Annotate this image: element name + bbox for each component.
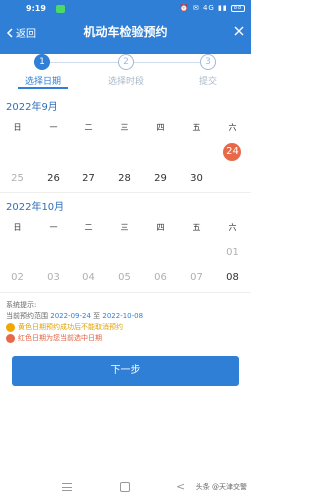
weekday-label: 四 — [156, 223, 165, 232]
weekday-label: 五 — [192, 123, 201, 132]
step-connector — [134, 62, 200, 63]
calendar-day[interactable]: 28 — [107, 173, 142, 184]
menu-icon[interactable] — [62, 483, 72, 491]
step-2-circle: 2 — [118, 54, 134, 70]
status-time: 9:19 — [26, 4, 46, 13]
battery-icon: 88 — [231, 4, 245, 12]
calendar-day: 01 — [226, 247, 239, 258]
step-3-label[interactable]: 提交 — [178, 74, 238, 87]
weekday-label: 五 — [192, 223, 201, 232]
legend-red: 红色日期为您当前选中日期 — [6, 333, 143, 344]
calendar-day[interactable]: 24 — [215, 146, 250, 157]
weekday-label: 日 — [13, 123, 22, 132]
step-2-label[interactable]: 选择时段 — [96, 74, 156, 87]
weekday-label: 六 — [228, 223, 237, 232]
range-start: 2022-09-24 — [50, 312, 91, 320]
hints-title: 系统提示: — [6, 301, 37, 309]
weekday-label: 六 — [228, 123, 237, 132]
calendar-day: 06 — [154, 272, 167, 283]
month-title: 2022年9月 — [6, 102, 58, 113]
active-step-underline — [18, 87, 68, 89]
watermark: 头条 @天津交警 — [195, 483, 247, 491]
calendar-day: 25 — [11, 173, 24, 184]
home-icon[interactable] — [120, 482, 130, 492]
weekday-label: 三 — [120, 223, 129, 232]
step-3-circle: 3 — [200, 54, 216, 70]
page-title: 机动车检验预约 — [83, 25, 168, 39]
weekday-label: 一 — [49, 223, 58, 232]
range-mid: 至 — [93, 312, 101, 320]
calendar-day: 05 — [118, 272, 131, 283]
back-nav-icon[interactable]: < — [176, 480, 185, 493]
step-indicator: 1 2 3 选择日期 选择时段 提交 — [0, 54, 251, 94]
range-end: 2022-10-08 — [102, 312, 144, 320]
weekday-header: 日 一 二 三 四 五 六 — [0, 122, 251, 136]
yellow-dot-icon — [6, 323, 15, 332]
calendar-day: 03 — [47, 272, 60, 283]
red-dot-icon — [6, 334, 15, 343]
step-1-circle: 1 — [34, 54, 50, 70]
weekday-label: 二 — [84, 223, 93, 232]
calendar-day[interactable]: 29 — [143, 173, 178, 184]
divider — [0, 292, 251, 293]
step-connector — [50, 62, 118, 63]
calendar-day: 04 — [82, 272, 95, 283]
legend-yellow-text: 黄色日期预约成功后不能取消预约 — [18, 323, 123, 331]
weekday-label: 三 — [120, 123, 129, 132]
wechat-icon — [56, 5, 65, 13]
legend-yellow: 黄色日期预约成功后不能取消预约 — [6, 322, 143, 333]
weekday-label: 一 — [49, 123, 58, 132]
booking-range: 当前预约范围 2022-09-24 至 2022-10-08 — [6, 311, 143, 322]
legend-red-text: 红色日期为您当前选中日期 — [18, 334, 102, 342]
range-prefix: 当前预约范围 — [6, 312, 48, 320]
divider — [0, 192, 251, 193]
system-nav-bar: < 头条 @天津交警 — [0, 474, 251, 500]
status-right-icons: ⏰ ✉ 4G ▮▮ — [179, 4, 228, 12]
next-step-button[interactable]: 下一步 — [12, 356, 239, 386]
calendar-day[interactable]: 26 — [36, 173, 71, 184]
title-bar: 返回 机动车检验预约 — [0, 20, 251, 48]
weekday-label: 二 — [84, 123, 93, 132]
weekday-header: 日 一 二 三 四 五 六 — [0, 222, 251, 236]
calendar-day: 02 — [11, 272, 24, 283]
app-header: 9:19 ⏰ ✉ 4G ▮▮ 88 返回 机动车检验预约 — [0, 0, 251, 54]
status-icons: ⏰ ✉ 4G ▮▮ 88 — [180, 4, 245, 12]
weekday-label: 四 — [156, 123, 165, 132]
step-1-label[interactable]: 选择日期 — [13, 74, 73, 87]
calendar-day[interactable]: 30 — [179, 173, 214, 184]
month-title: 2022年10月 — [6, 202, 65, 213]
calendar-day: 07 — [190, 272, 203, 283]
system-hints: 系统提示: 当前预约范围 2022-09-24 至 2022-10-08 黄色日… — [6, 300, 143, 344]
status-bar: 9:19 ⏰ ✉ 4G ▮▮ 88 — [0, 0, 251, 18]
calendar-day[interactable]: 27 — [71, 173, 106, 184]
close-icon[interactable] — [233, 25, 245, 37]
weekday-label: 日 — [13, 223, 22, 232]
calendar-day[interactable]: 08 — [215, 272, 250, 283]
